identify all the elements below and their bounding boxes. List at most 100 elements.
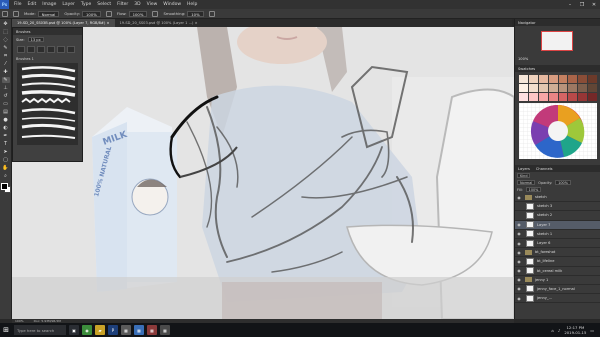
notifications-icon[interactable]: ▭	[590, 328, 594, 333]
color-swatch[interactable]	[519, 93, 528, 101]
color-swatch[interactable]	[558, 93, 568, 101]
color-swatch[interactable]	[538, 93, 548, 101]
navigator-title[interactable]: Navigator	[518, 21, 536, 25]
visibility-eye-icon[interactable]: ◉	[515, 268, 523, 273]
pressure-opacity-icon[interactable]	[105, 10, 112, 17]
color-swatch[interactable]	[568, 75, 578, 83]
doc-tab-active[interactable]: 19-SD_20_SS03B.psd @ 100% (Layer 7, RGB/…	[12, 19, 115, 27]
menu-select[interactable]: Select	[94, 2, 114, 7]
menu-layer[interactable]: Layer	[59, 2, 78, 7]
dodge-tool-icon[interactable]: ◐	[2, 125, 10, 131]
hand-tool-icon[interactable]: ✋	[2, 165, 10, 171]
mode-select[interactable]: Normal	[37, 10, 60, 17]
menu-type[interactable]: Type	[78, 2, 94, 7]
volume-icon[interactable]: ♪	[558, 328, 560, 333]
pen-tool-icon[interactable]: ✒	[2, 133, 10, 139]
menu-filter[interactable]: Filter	[114, 2, 131, 7]
quick-select-tool-icon[interactable]: ✎	[2, 45, 10, 51]
menu-image[interactable]: Image	[39, 2, 59, 7]
menu-3d[interactable]: 3D	[131, 2, 143, 7]
color-swatch[interactable]	[558, 75, 568, 83]
layer-opacity-field[interactable]: 100%	[555, 180, 571, 185]
zoom-tool-icon[interactable]: ⌕	[2, 173, 10, 179]
network-icon[interactable]: ⌂	[551, 328, 553, 333]
foreground-color-swatch[interactable]	[0, 183, 8, 190]
clone-stamp-tool-icon[interactable]: ⊥	[2, 85, 10, 91]
swatches-title[interactable]: Swatches	[518, 67, 535, 71]
chrome-icon[interactable]: ◉	[82, 325, 92, 335]
menu-file[interactable]: File	[11, 2, 25, 7]
brush-preset[interactable]	[27, 46, 35, 53]
taskbar-search-input[interactable]: Type here to search	[14, 325, 66, 335]
navigator-zoom[interactable]: 100%	[518, 57, 528, 61]
visibility-eye-icon[interactable]: ◉	[515, 250, 523, 255]
visibility-eye-icon[interactable]: ◉	[515, 286, 523, 291]
brush-preset[interactable]	[57, 46, 65, 53]
layer-row[interactable]: ◉ sketch 1	[515, 230, 600, 239]
swatch-grid[interactable]	[519, 75, 597, 101]
app-taskbar-icon[interactable]: ▦	[147, 325, 157, 335]
opacity-field[interactable]: 100%	[81, 10, 101, 17]
color-swatch[interactable]	[568, 84, 578, 92]
visibility-eye-icon[interactable]: ◉	[515, 296, 523, 301]
layer-row[interactable]: ◉ jenny_face_1_normal	[515, 285, 600, 295]
color-swatch[interactable]	[528, 93, 538, 101]
smoothing-field[interactable]: 10%	[187, 10, 204, 17]
brush-preset[interactable]	[67, 46, 75, 53]
layer-kind-filter[interactable]: Kind	[517, 173, 531, 178]
brush-stroke-previews[interactable]	[17, 63, 78, 145]
color-swatch[interactable]	[548, 84, 558, 92]
doc-tab[interactable]: 19-SD_20_SS03.psd @ 100% (Layer 1 ...) ×	[115, 19, 203, 27]
path-select-tool-icon[interactable]: ➤	[2, 149, 10, 155]
color-swatch[interactable]	[528, 75, 538, 83]
color-swatch[interactable]	[588, 84, 597, 92]
menu-edit[interactable]: Edit	[25, 2, 40, 7]
color-swatch[interactable]	[558, 84, 568, 92]
maximize-button[interactable]: ❐	[576, 0, 588, 9]
artwork-canvas[interactable]: MILK 100% NATURAL	[12, 27, 514, 319]
brush-preset-picker-icon[interactable]	[13, 10, 19, 17]
brush-preset[interactable]	[47, 46, 55, 53]
color-swatch[interactable]	[548, 93, 558, 101]
blur-tool-icon[interactable]: ●	[2, 117, 10, 123]
canvas-area[interactable]: MILK 100% NATURAL	[12, 27, 514, 319]
history-brush-tool-icon[interactable]: ↺	[2, 93, 10, 99]
color-swatches[interactable]	[0, 183, 11, 193]
menu-help[interactable]: Help	[184, 2, 200, 7]
navigator-thumbnail[interactable]	[541, 31, 573, 51]
brush-tool-icon[interactable]	[2, 10, 8, 17]
minimize-button[interactable]: –	[564, 0, 576, 9]
app-taskbar-icon[interactable]: ▦	[160, 325, 170, 335]
crop-tool-icon[interactable]: ⌗	[2, 53, 10, 59]
visibility-eye-icon[interactable]: ◉	[515, 231, 523, 236]
airbrush-icon[interactable]	[152, 10, 159, 17]
photoshop-taskbar-icon[interactable]: P	[108, 325, 118, 335]
move-tool-icon[interactable]: ✥	[2, 21, 10, 27]
layer-row[interactable]: sketch 3	[515, 202, 600, 212]
menu-window[interactable]: Window	[160, 2, 184, 7]
task-view-icon[interactable]: ▣	[69, 325, 79, 335]
layer-row[interactable]: ◉ jenny_...	[515, 294, 600, 304]
brush-group-label[interactable]: Brushes 1	[13, 55, 82, 63]
rectangle-tool-icon[interactable]: ▢	[2, 157, 10, 163]
eyedropper-tool-icon[interactable]: ⁄	[2, 61, 10, 67]
tab-layers[interactable]: Layers	[518, 167, 530, 171]
flow-field[interactable]: 100%	[128, 10, 148, 17]
brush-preset[interactable]	[37, 46, 45, 53]
app-taskbar-icon[interactable]: ▦	[134, 325, 144, 335]
color-swatch[interactable]	[538, 84, 548, 92]
blend-mode-select[interactable]: Normal	[517, 180, 536, 185]
layer-row[interactable]: ◉ Layer 6	[515, 239, 600, 249]
taskbar-clock[interactable]: 12:17 PM 2019-01-15	[564, 325, 586, 335]
color-swatch[interactable]	[588, 93, 597, 101]
layer-group-row[interactable]: ◉ sketch	[515, 193, 600, 203]
type-tool-icon[interactable]: T	[2, 141, 10, 147]
color-swatch[interactable]	[519, 84, 528, 92]
layer-row[interactable]: ◉ Layer 7	[515, 220, 600, 230]
layer-group-row[interactable]: ◉ jenny 1	[515, 276, 600, 285]
color-swatch[interactable]	[578, 84, 588, 92]
menu-view[interactable]: View	[144, 2, 161, 7]
color-swatch[interactable]	[588, 75, 597, 83]
color-wheel[interactable]	[519, 103, 597, 159]
layer-group-row[interactable]: ◉ bt_foreshot	[515, 248, 600, 258]
